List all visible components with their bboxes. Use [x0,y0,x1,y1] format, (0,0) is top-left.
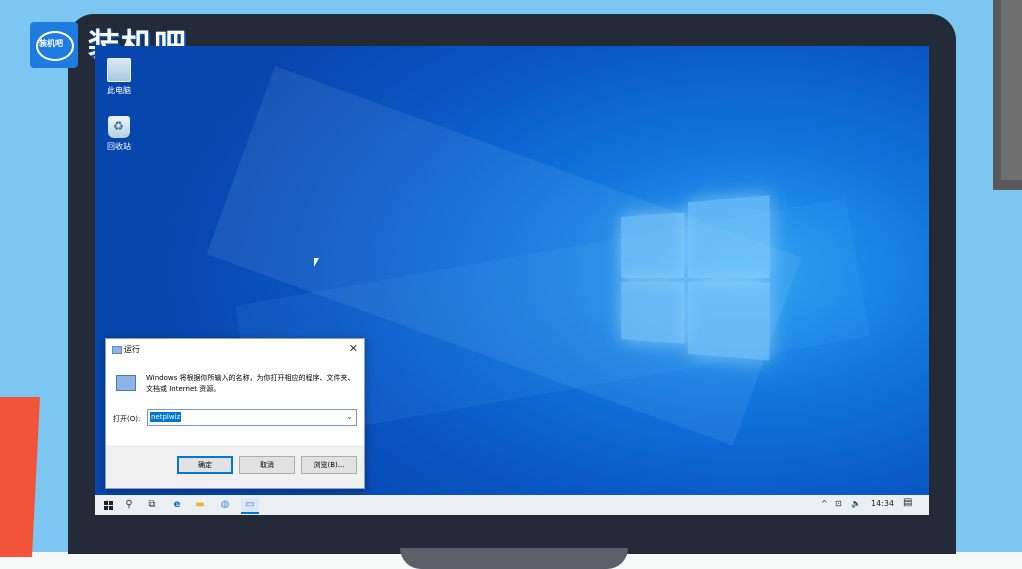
mouse-cursor [314,258,319,267]
run-icon [112,346,122,354]
network-icon[interactable]: ⊡ [835,499,842,508]
desktop-icon-recycle-bin[interactable]: 回收站 [95,116,149,152]
volume-icon[interactable]: 🔈 [851,499,861,508]
run-dialog: 运行 ✕ Windows 将根据你所输入的名称，为你打开相应的程序、文件夹、文档… [105,338,365,489]
decorative-red-shape [0,397,40,557]
close-icon[interactable]: ✕ [349,342,358,355]
run-dialog-description: Windows 将根据你所输入的名称，为你打开相应的程序、文件夹、文档或 Int… [146,374,355,393]
computer-icon [107,58,131,82]
desktop-icon-this-pc[interactable]: 此电脑 [95,58,149,96]
edge-icon[interactable]: e [169,498,185,512]
cancel-button[interactable]: 取消 [239,456,295,474]
windows-start-icon[interactable] [100,498,116,512]
notification-icon[interactable]: ▤ [903,497,912,508]
recycle-bin-icon [108,116,130,138]
chevron-down-icon[interactable]: ⌄ [346,412,353,421]
watermark-badge: 装机吧 [30,22,78,68]
file-explorer-icon[interactable]: ▬ [192,498,208,512]
tray-chevron-icon[interactable]: ^ [821,499,828,508]
run-dialog-title: 运行 [124,345,140,354]
watermark-badge-text: 装机吧 [39,39,63,48]
run-program-icon [116,375,136,391]
run-app-icon[interactable]: ▭ [241,498,259,514]
run-dialog-titlebar[interactable]: 运行 ✕ [106,339,364,359]
open-label: 打开(O): [113,415,141,423]
browse-button[interactable]: 浏览(B)... [301,456,357,474]
desktop-icon-label: 此电脑 [107,86,131,95]
search-icon[interactable]: ⚲ [121,498,137,512]
desktop-icon-label: 回收站 [107,142,131,151]
laptop-stand [400,548,628,569]
desktop-screen: 此电脑 回收站 运行 ✕ Windows 将根据你所输入的名称，为你打开相应的程… [95,46,929,515]
run-dialog-footer: 确定 取消 浏览(B)... [106,445,364,488]
open-input-value[interactable]: netplwiz [150,412,182,422]
task-view-icon[interactable]: ⧉ [144,498,160,512]
taskbar: ⚲ ⧉ e ▬ ◍ ▭ ^ ⊡ 🔈 14:34 ▤ [95,495,929,515]
decorative-device-edge [993,0,1022,190]
windows-logo-wallpaper [621,195,770,361]
ie-icon[interactable]: ◍ [217,498,233,512]
open-input[interactable]: netplwiz ⌄ [147,409,357,426]
ok-button[interactable]: 确定 [177,456,233,474]
clock[interactable]: 14:34 [871,499,894,508]
